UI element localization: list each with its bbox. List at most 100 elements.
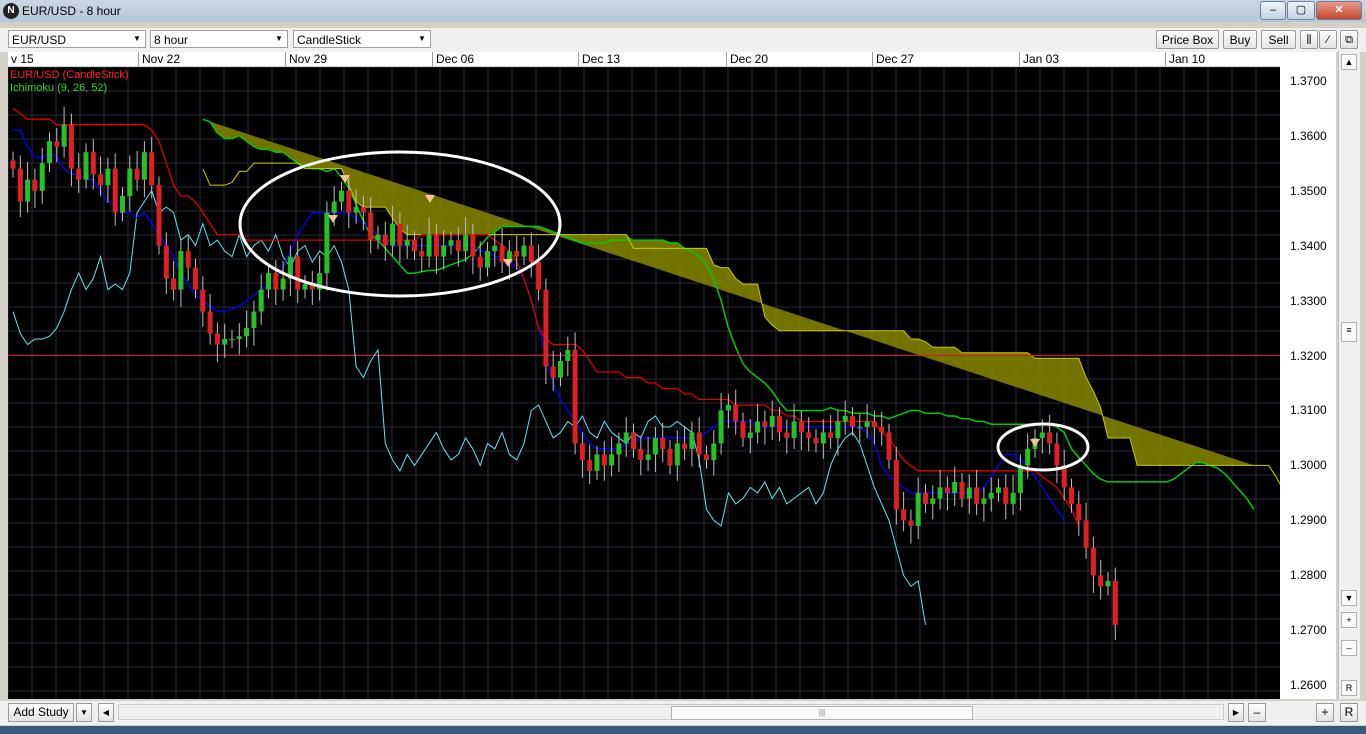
candle-body (981, 498, 987, 504)
candle-body (200, 289, 206, 312)
candle-body (1069, 487, 1074, 504)
price-tick-label: 1.3300 (1290, 293, 1327, 308)
candle-body (470, 234, 476, 257)
candle-body (397, 223, 403, 246)
candle-body (39, 163, 45, 191)
candle-body (755, 421, 761, 433)
candle-body (974, 487, 980, 504)
candle-body (806, 432, 812, 438)
candle-body (419, 251, 425, 257)
candle-body (1112, 580, 1118, 625)
scroll-thumb[interactable]: ≡ (1341, 322, 1357, 342)
candle-body (645, 454, 651, 460)
candle-body (98, 174, 104, 186)
candle-body (594, 454, 600, 471)
sell-button[interactable]: Sell (1261, 30, 1296, 49)
os-taskbar (0, 726, 1366, 734)
scroll-left-icon[interactable]: ◀ (98, 703, 114, 722)
candlestick-chart[interactable] (8, 67, 1280, 699)
candle-body (901, 509, 907, 521)
candle-body (222, 339, 228, 345)
price-axis: 1.3700 1.3600 1.3500 1.3400 1.3300 1.3200 1.31… (1280, 52, 1336, 699)
add-study-button[interactable]: Add Study (8, 703, 74, 722)
price-tick-label: 1.3100 (1290, 403, 1327, 418)
candle-body (908, 520, 914, 526)
candle-body (185, 251, 191, 268)
draw-line-icon[interactable]: ∕ (1319, 30, 1337, 49)
candle-body (550, 366, 556, 378)
candle-body (565, 350, 571, 362)
timeframe-select[interactable]: 8 hour ▼ (150, 30, 288, 48)
close-button[interactable]: ✕ (1316, 1, 1362, 20)
horizontal-scroll-thumb[interactable]: ||| (671, 706, 973, 720)
candle-body (339, 190, 344, 202)
chart-type-select[interactable]: CandleStick ▼ (293, 30, 431, 48)
candle-body (959, 481, 965, 499)
signal-arrow-marker (328, 215, 338, 223)
candle-body (521, 245, 527, 257)
bars-icon[interactable]: ⫼ (1300, 30, 1318, 49)
annotation-ellipse (996, 422, 1090, 472)
candle-body (156, 185, 162, 246)
zoom-out-button[interactable]: – (1341, 640, 1357, 656)
candle-body (295, 256, 301, 290)
chart-area[interactable] (8, 67, 1280, 699)
buy-button[interactable]: Buy (1223, 30, 1257, 49)
price-box-button[interactable]: Price Box (1156, 30, 1219, 49)
candle-body (1010, 492, 1016, 504)
candle-body (572, 350, 578, 444)
candle-body (638, 448, 644, 460)
symbol-select-value: EUR/USD (12, 33, 67, 47)
candle-body (769, 415, 775, 427)
candle-body (528, 245, 534, 263)
candle-body (463, 234, 469, 252)
zoom-in-horizontal-button[interactable]: + (1316, 703, 1334, 722)
candle-body (937, 487, 943, 499)
chevron-down-icon[interactable]: ▼ (76, 703, 92, 722)
candle-body (543, 289, 549, 367)
candle-body (141, 152, 147, 180)
scroll-down-icon[interactable]: ▼ (1341, 590, 1357, 606)
candle-body (1090, 547, 1096, 576)
chevron-down-icon: ▼ (418, 34, 426, 43)
candle-body (441, 245, 447, 257)
reset-horizontal-button[interactable]: R (1340, 703, 1358, 722)
candle-body (689, 432, 695, 449)
candle-body (915, 492, 921, 526)
price-tick-label: 1.3500 (1290, 183, 1327, 198)
candle-body (616, 443, 622, 455)
scroll-up-icon[interactable]: ▲ (1341, 54, 1357, 70)
popout-icon[interactable]: ⧉ (1340, 30, 1358, 49)
candle-body (171, 278, 177, 290)
candle-body (923, 492, 928, 504)
candle-body (412, 240, 417, 252)
candle-body (966, 487, 972, 499)
scroll-right-icon[interactable]: ▶ (1228, 703, 1244, 722)
candle-body (740, 421, 746, 438)
candle-body (375, 234, 381, 241)
signal-arrow-marker (1030, 439, 1040, 447)
maximize-button[interactable]: ▢ (1287, 1, 1315, 20)
candle-body (601, 454, 607, 466)
date-tick-label: Dec 20 (726, 52, 768, 66)
candle-body (360, 207, 366, 213)
horizontal-scrollbar[interactable]: ||| (118, 704, 1224, 720)
candle-body (660, 437, 666, 449)
candle-body (244, 328, 250, 337)
symbol-select[interactable]: EUR/USD ▼ (8, 30, 146, 48)
candle-body (828, 432, 834, 438)
candle-body (105, 168, 111, 186)
candle-body (10, 160, 16, 169)
reset-button[interactable]: R (1341, 680, 1357, 696)
chart-type-select-value: CandleStick (297, 33, 362, 47)
vertical-scrollbar[interactable]: ▲ ≡ ▼ + – R (1338, 52, 1360, 699)
candle-body (1003, 487, 1009, 504)
zoom-in-button[interactable]: + (1341, 612, 1357, 628)
minimize-button[interactable]: – (1260, 1, 1286, 20)
candle-body (83, 152, 89, 180)
price-tick-label: 1.3400 (1290, 238, 1327, 253)
zoom-out-horizontal-button[interactable]: – (1248, 703, 1266, 722)
window-title: EUR/USD - 8 hour (22, 4, 121, 18)
candle-body (134, 168, 140, 180)
candle-body (798, 421, 804, 433)
